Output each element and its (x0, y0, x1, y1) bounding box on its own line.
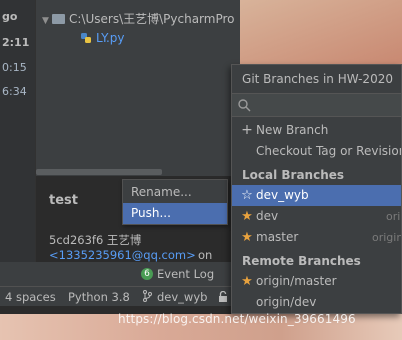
star-icon: ★ (241, 230, 253, 245)
tree-file-row[interactable]: LY.py (80, 31, 125, 45)
branch-item-dev[interactable]: ★ dev ori (232, 206, 401, 227)
lock-icon[interactable] (218, 291, 228, 302)
file-name: LY.py (96, 31, 125, 45)
ide-window: go 2:11 0:15 6:34 ▼ C:\Users\王艺博\PycharmP… (0, 0, 240, 314)
tracking-branch: ori (386, 210, 401, 223)
push-menu-item[interactable]: Push... (123, 203, 227, 224)
scrollbar-thumb[interactable] (36, 169, 162, 175)
local-branches-header: Local Branches (242, 168, 345, 182)
tracking-branch: origin (372, 231, 402, 244)
branch-item-dev-wyb[interactable]: ☆ dev_wyb (232, 185, 401, 206)
star-outline-icon: ☆ (241, 188, 253, 203)
git-branch-icon (143, 290, 152, 302)
branch-name: dev (256, 209, 279, 223)
status-bar: 4 spaces Python 3.8 dev_wyb (0, 286, 240, 306)
branch-item-master[interactable]: ★ master origin (232, 227, 402, 248)
commit-message: test (49, 193, 78, 208)
branch-search-input[interactable] (232, 93, 401, 117)
popup-title: Git Branches in HW-2020 (242, 72, 393, 86)
horizontal-scrollbar[interactable] (36, 168, 240, 176)
rename-menu-item[interactable]: Rename... (123, 182, 227, 203)
checkout-tag-action[interactable]: Checkout Tag or Revision (232, 141, 402, 162)
folder-icon (52, 14, 65, 24)
new-branch-action[interactable]: + New Branch (232, 120, 401, 141)
remote-branches-header: Remote Branches (242, 254, 361, 268)
context-menu: Rename... Push... (122, 179, 228, 225)
gutter-line: 2:11 (2, 36, 30, 49)
action-label: Checkout Tag or Revision (256, 144, 402, 158)
commit-hash-author: 5cd263f6 王艺博 (49, 233, 142, 247)
tree-folder-row[interactable]: ▼ C:\Users\王艺博\PycharmPro (42, 10, 235, 27)
star-icon: ★ (241, 209, 253, 224)
branch-item-origin-dev[interactable]: origin/dev (232, 292, 401, 313)
chevron-down-icon[interactable]: ▼ (42, 16, 52, 26)
gutter-line: 6:34 (2, 85, 27, 98)
interpreter-widget[interactable]: Python 3.8 (68, 290, 130, 304)
plus-icon: + (241, 122, 253, 138)
event-count-badge: 6 (141, 268, 153, 280)
commit-date-prefix: on (198, 248, 213, 262)
event-log-row: 6 Event Log (0, 262, 240, 286)
log-gutter: go 2:11 0:15 6:34 (0, 0, 36, 262)
commit-author-email[interactable]: <1335235961@qq.com> (49, 248, 196, 262)
branch-item-origin-master[interactable]: ★ origin/master (232, 271, 401, 292)
action-label: New Branch (256, 123, 329, 137)
indent-widget[interactable]: 4 spaces (5, 290, 56, 304)
star-icon: ★ (241, 274, 253, 289)
event-log-button[interactable]: Event Log (157, 267, 214, 281)
folder-path: C:\Users\王艺博\PycharmPro (69, 12, 235, 26)
branch-widget[interactable]: dev_wyb (157, 290, 207, 304)
gutter-line: 0:15 (2, 61, 27, 74)
branch-name: origin/dev (256, 295, 317, 309)
branch-name: master (256, 230, 299, 244)
gutter-line: go (2, 10, 18, 23)
changed-files-tree: ▼ C:\Users\王艺博\PycharmPro LY.py (36, 0, 240, 168)
watermark-text: https://blog.csdn.net/weixin_39661496 (118, 312, 356, 326)
git-branches-popup: Git Branches in HW-2020 + New Branch Che… (231, 64, 402, 314)
branch-name: origin/master (256, 274, 337, 288)
python-file-icon (81, 33, 91, 43)
search-icon (238, 99, 251, 112)
branch-name: dev_wyb (256, 188, 309, 202)
